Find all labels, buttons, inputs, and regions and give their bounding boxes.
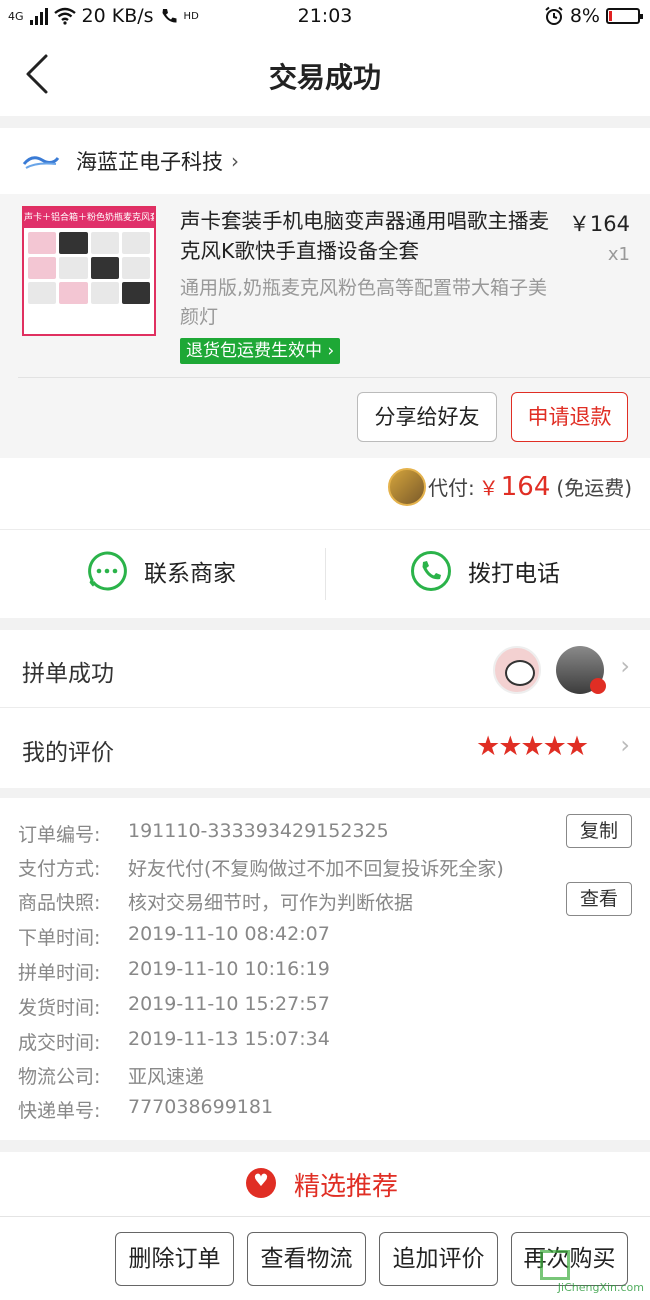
recommend-header: 精选推荐 [0,1152,650,1216]
refund-button[interactable]: 申请退款 [511,392,628,442]
thumb-banner: 声卡＋铝合箱＋粉色奶瓶麦克风套装 [24,208,154,228]
call-label: 拨打电话 [468,561,560,587]
product-card[interactable]: 声卡＋铝合箱＋粉色奶瓶麦克风套装 声卡套装手机电脑变声器通用唱歌主播麦克风K歌快… [0,194,650,458]
member-avatar [556,646,606,694]
my-review-label: 我的评价 [22,740,114,766]
info-key: 下单时间: [18,927,101,949]
info-key: 订单编号: [18,824,101,846]
alarm-icon [545,6,563,25]
info-key: 物流公司: [18,1066,101,1088]
recommend-title: 精选推荐 [294,1172,399,1202]
info-key: 支付方式: [18,858,101,880]
payment-row: 代付: ￥ 164 (免运费) [0,458,650,530]
shipping-note: (免运费) [556,476,632,500]
order-number: 191110-333393429152325 [128,820,389,842]
watermark-logo [540,1250,570,1280]
battery-icon [606,8,643,24]
product-price: ￥164 [568,212,630,236]
top-nav: 交易成功 [0,34,650,116]
status-right: 8% [544,5,643,27]
thumb-grid [24,228,154,308]
delete-order-button[interactable]: 删除订单 [115,1232,234,1286]
snapshot-line: 商品快照: 核对交易细节时，可作为判断依据 [18,888,413,915]
ship-time: 2019-11-10 15:27:57 [128,993,330,1015]
deal-time-line: 成交时间: 2019-11-13 15:07:34 [18,1028,330,1055]
contact-merchant-button[interactable]: 联系商家 [86,550,236,592]
watermark: JiChengXin.com [557,1281,644,1294]
chevron-right-icon: › [231,149,239,173]
shop-logo [22,156,60,169]
chevron-right-icon: › [620,731,630,759]
group-review-section: 拼单成功 › 我的评价 ★★★★★ › [0,630,650,788]
payer-avatar [388,468,426,506]
deal-time: 2019-11-13 15:07:34 [128,1028,330,1050]
payment-method: 好友代付(不复购做过不加不回复投诉死全家) [128,858,504,880]
divider [325,548,326,600]
currency-symbol: ￥ [478,476,499,500]
shop-name[interactable]: 海蓝芷电子科技 [76,146,223,176]
snapshot-desc: 核对交易细节时，可作为判断依据 [128,892,414,914]
order-time: 2019-11-10 08:42:07 [128,923,330,945]
order-time-line: 下单时间: 2019-11-10 08:42:07 [18,923,330,950]
rating-stars: ★★★★★ [476,731,589,762]
product-name[interactable]: 声卡套装手机电脑变声器通用唱歌主播麦克风K歌快手直播设备全套 [180,206,552,266]
share-button[interactable]: 分享给好友 [357,392,497,442]
view-logistics-button[interactable]: 查看物流 [247,1232,366,1286]
product-thumbnail[interactable]: 声卡＋铝合箱＋粉色奶瓶麦克风套装 [22,206,156,336]
page-title: 交易成功 [268,61,381,94]
bottom-action-bar: 删除订单 查看物流 追加评价 再次购买 JiChengXin.com [0,1216,650,1300]
copy-button[interactable]: 复制 [566,814,632,848]
info-key: 成交时间: [18,1032,101,1054]
chevron-right-icon: › [327,341,335,361]
group-success-label: 拼单成功 [22,661,114,687]
ship-time-line: 发货时间: 2019-11-10 15:27:57 [18,993,330,1020]
group-success-row[interactable]: 拼单成功 › [0,630,650,708]
product-spec: 通用版,奶瓶麦克风粉色高等配置带大箱子美颜灯 [180,277,548,328]
info-key: 拼单时间: [18,962,101,984]
contact-merchant-label: 联系商家 [144,561,236,587]
info-key: 快递单号: [18,1100,101,1122]
info-key: 发货时间: [18,997,101,1019]
return-tag-label: 退货包运费生效中 [186,341,322,361]
return-shipping-tag[interactable]: 退货包运费生效中 › [180,338,341,364]
member-avatar [493,646,541,694]
phone-icon [411,551,451,591]
contact-row: 联系商家 拨打电话 [0,530,650,618]
call-button[interactable]: 拨打电话 [410,550,560,592]
info-key: 商品快照: [18,892,101,914]
group-time: 2019-11-10 10:16:19 [128,958,330,980]
payment-amount: 164 [500,472,551,502]
chat-icon [87,551,127,591]
divider [18,377,650,378]
order-number-line: 订单编号: 191110-333393429152325 [18,820,389,847]
shop-row[interactable]: 海蓝芷电子科技 › [0,128,650,194]
tracking-number: 777038699181 [128,1096,274,1118]
heart-icon [246,1168,276,1198]
battery-percent: 8% [569,5,600,27]
tracking-number-line: 快递单号: 777038699181 [18,1096,273,1123]
product-quantity: x1 [607,244,630,265]
group-time-line: 拼单时间: 2019-11-10 10:16:19 [18,958,330,985]
order-info-section: 订单编号: 191110-333393429152325 复制 支付方式: 好友… [0,798,650,1140]
my-review-row[interactable]: 我的评价 ★★★★★ › [0,709,650,787]
payment-summary: 代付: ￥ 164 (免运费) [428,472,632,502]
logistics-company-line: 物流公司: 亚风速递 [18,1062,204,1089]
chevron-right-icon: › [620,652,630,680]
view-snapshot-button[interactable]: 查看 [566,882,632,916]
logistics-company: 亚风速递 [128,1066,205,1088]
add-review-button[interactable]: 追加评价 [379,1232,498,1286]
payment-label: 代付: [428,476,475,500]
status-bar: 4G 20 KB/s HD 21:03 8% [0,0,650,34]
payment-method-line: 支付方式: 好友代付(不复购做过不加不回复投诉死全家) [18,854,504,881]
